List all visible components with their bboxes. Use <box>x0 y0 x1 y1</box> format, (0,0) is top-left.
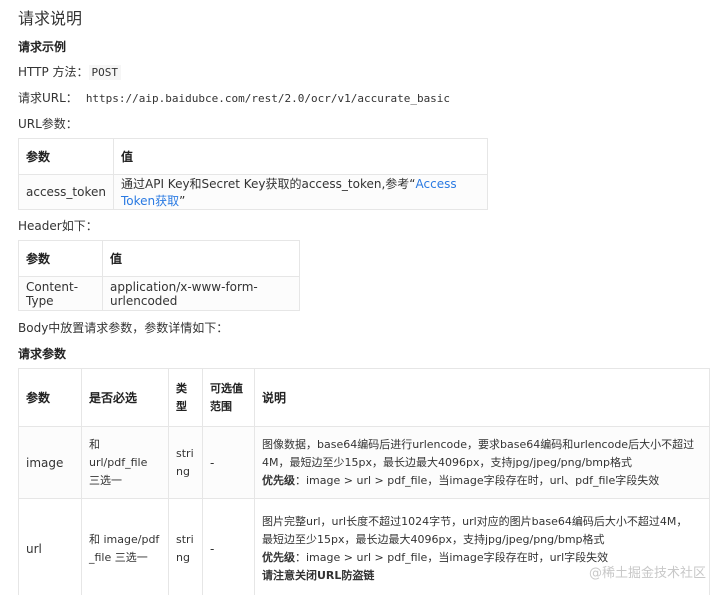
url-params-label: URL参数： <box>18 117 78 131</box>
request-url-value: https://aip.baidubce.com/rest/2.0/ocr/v1… <box>85 92 451 105</box>
body-label: Body中放置请求参数，参数详情如下： <box>18 321 229 335</box>
value-cell: 通过API Key和Secret Key获取的access_token,参考“A… <box>113 174 488 210</box>
table-header-row: 参数 值 <box>18 240 300 277</box>
document-page: 请求说明 请求示例 HTTP 方法： POST 请求URL： https://aip… <box>0 0 720 595</box>
url-params-table: 参数 值 access_token 通过API Key和Secret Key获取… <box>18 138 488 210</box>
value-cell: application/x-www-form-urlencoded <box>102 276 300 311</box>
table-row: image 和 url/pdf_file 三选一 stri ng - 图像数据，ba… <box>18 426 710 499</box>
priority-text: ：image > url > pdf_file，当image字段存在时，url、… <box>295 473 660 487</box>
required-cell: 和 url/pdf_file 三选一 <box>81 426 169 499</box>
required-cell: 和 image/pdf _file 三选一 <box>81 498 169 595</box>
column-header: 说明 <box>254 368 710 427</box>
table-header-row: 参数 值 <box>18 138 488 175</box>
type-cell: stri ng <box>168 426 203 499</box>
column-header: 可选值 范围 <box>202 368 255 427</box>
range-cell: - <box>202 498 255 595</box>
http-method-value: POST <box>88 65 122 80</box>
column-header: 参数 <box>18 240 103 277</box>
column-header: 参数 <box>18 368 82 427</box>
range-cell: - <box>202 426 255 499</box>
desc-text: ” <box>179 194 186 208</box>
desc-text: 通过API Key和Secret Key获取的access_token,参考“ <box>121 177 416 191</box>
table-row: Content-Type application/x-www-form-urle… <box>18 276 300 311</box>
priority-text: ：image > url > pdf_file，当image字段存在时，url字… <box>295 550 609 564</box>
page-title: 请求说明 <box>18 9 83 28</box>
column-header: 值 <box>102 240 300 277</box>
params-heading: 请求参数 <box>18 347 67 361</box>
priority-label: 优先级 <box>262 473 295 487</box>
header-table: 参数 值 Content-Type application/x-www-form… <box>18 240 300 311</box>
request-url-line: 请求URL： https://aip.baidubce.com/rest/2.0/… <box>18 89 450 106</box>
column-header: 类型 <box>168 368 203 427</box>
column-header: 是否必选 <box>81 368 169 427</box>
priority-label: 优先级 <box>262 550 295 564</box>
example-heading: 请求示例 <box>18 40 67 54</box>
param-cell: image <box>18 426 82 499</box>
type-cell: stri ng <box>168 498 203 595</box>
param-cell: access_token <box>18 174 114 210</box>
param-cell: Content-Type <box>18 276 103 311</box>
watermark: @稀土掘金技术社区 <box>588 566 706 581</box>
params-table: 参数 是否必选 类型 可选值 范围 说明 image 和 url/pdf_file… <box>18 368 710 595</box>
http-method-line: HTTP 方法： POST <box>18 63 122 80</box>
column-header: 参数 <box>18 138 114 175</box>
param-cell: url <box>18 498 82 595</box>
http-method-label: HTTP 方法： <box>18 65 89 79</box>
column-header: 值 <box>113 138 488 175</box>
header-label: Header如下： <box>18 219 98 233</box>
table-row: access_token 通过API Key和Secret Key获取的acce… <box>18 174 488 210</box>
request-url-label: 请求URL： <box>18 91 78 105</box>
desc-cell: 图像数据，base64编码后进行urlencode，要求base64编码和url… <box>254 426 710 499</box>
table-header-row: 参数 是否必选 类型 可选值 范围 说明 <box>18 368 710 427</box>
